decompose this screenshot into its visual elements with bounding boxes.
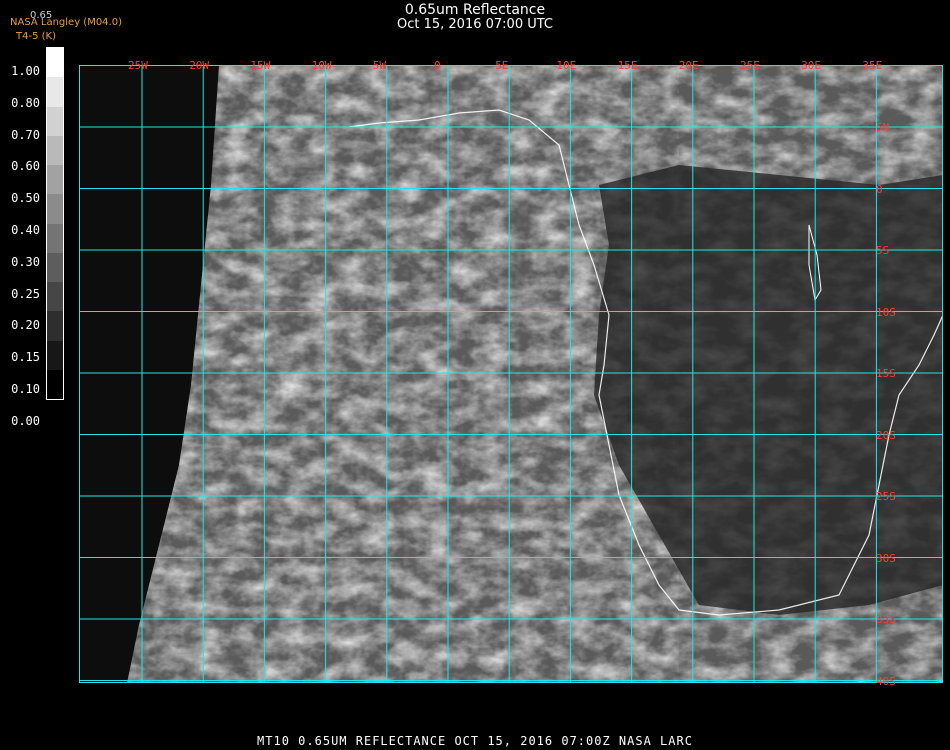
latitude-label: 5S <box>876 244 890 257</box>
colorbar-label: 0.30 <box>11 254 40 269</box>
longitude-label: 25W <box>128 59 148 72</box>
colorbar-segment <box>47 369 63 399</box>
colorbar-label: 0.70 <box>11 127 40 142</box>
colorbar-segment <box>47 223 63 253</box>
colorbar-label: 0.00 <box>11 413 40 428</box>
colorbar-segment <box>47 77 63 107</box>
satellite-image <box>79 65 943 683</box>
colorbar-segment <box>47 48 63 78</box>
longitude-label: 10E <box>556 59 577 72</box>
credit-label: NASA Langley (M04.0) <box>10 17 122 28</box>
latitude-label: 30S <box>876 551 896 565</box>
longitude-label: 10W <box>311 59 332 72</box>
longitude-label: 15E <box>617 59 638 72</box>
colorbar-segment <box>47 165 63 195</box>
latitude-label: 40S <box>876 674 896 688</box>
longitude-label: 15W <box>250 59 271 72</box>
colorbar-label: 0.15 <box>11 350 40 365</box>
colorbar-label: 0.25 <box>11 286 40 301</box>
latitude-label: 25S <box>876 490 896 503</box>
colorbar-label: 1.00 <box>11 64 40 78</box>
latitude-label: 15S <box>876 367 896 380</box>
latitude-label: 35S <box>876 613 896 626</box>
image-title: 0.65um Reflectance <box>404 2 546 18</box>
latitude-label: 0 <box>876 182 883 196</box>
image-timestamp: Oct 15, 2016 07:00 UTC <box>397 17 553 32</box>
colorbar-segment <box>47 135 63 165</box>
colorbar-segment <box>47 340 63 370</box>
longitude-label: 0 <box>434 59 441 72</box>
longitude-label: 20W <box>189 59 210 72</box>
colorbar-label: 0.50 <box>11 191 40 206</box>
colorbar-segment <box>47 106 63 136</box>
longitude-label: 30E <box>801 59 822 72</box>
colorbar-segment <box>47 194 63 224</box>
longitude-label: 20E <box>678 59 699 72</box>
colorbar-segment <box>47 311 63 341</box>
colorbar-label: 0.40 <box>11 223 40 237</box>
colorbar-segment <box>47 252 63 282</box>
latitude-label: 10S <box>876 305 896 319</box>
latitude-label: 5N <box>876 121 890 134</box>
colorbar-segment <box>47 282 63 312</box>
satellite-image-canvas <box>79 65 943 683</box>
longitude-label: 5E <box>495 59 509 72</box>
longitude-label: 25E <box>740 59 760 72</box>
latitude-label: 20S <box>876 428 896 442</box>
colorbar-label: 0.80 <box>11 95 40 110</box>
colorbar-label: 0.10 <box>11 382 40 396</box>
longitude-label: 35E <box>862 59 883 72</box>
colorbar <box>46 47 64 400</box>
footer-caption: MT10 0.65UM REFLECTANCE OCT 15, 2016 07:… <box>257 734 693 748</box>
colorbar-label: 0.20 <box>11 318 40 333</box>
credit-sub-label: T4-5 (K) <box>16 31 56 42</box>
longitude-label: 5W <box>372 59 387 72</box>
colorbar-label: 0.60 <box>11 159 40 174</box>
